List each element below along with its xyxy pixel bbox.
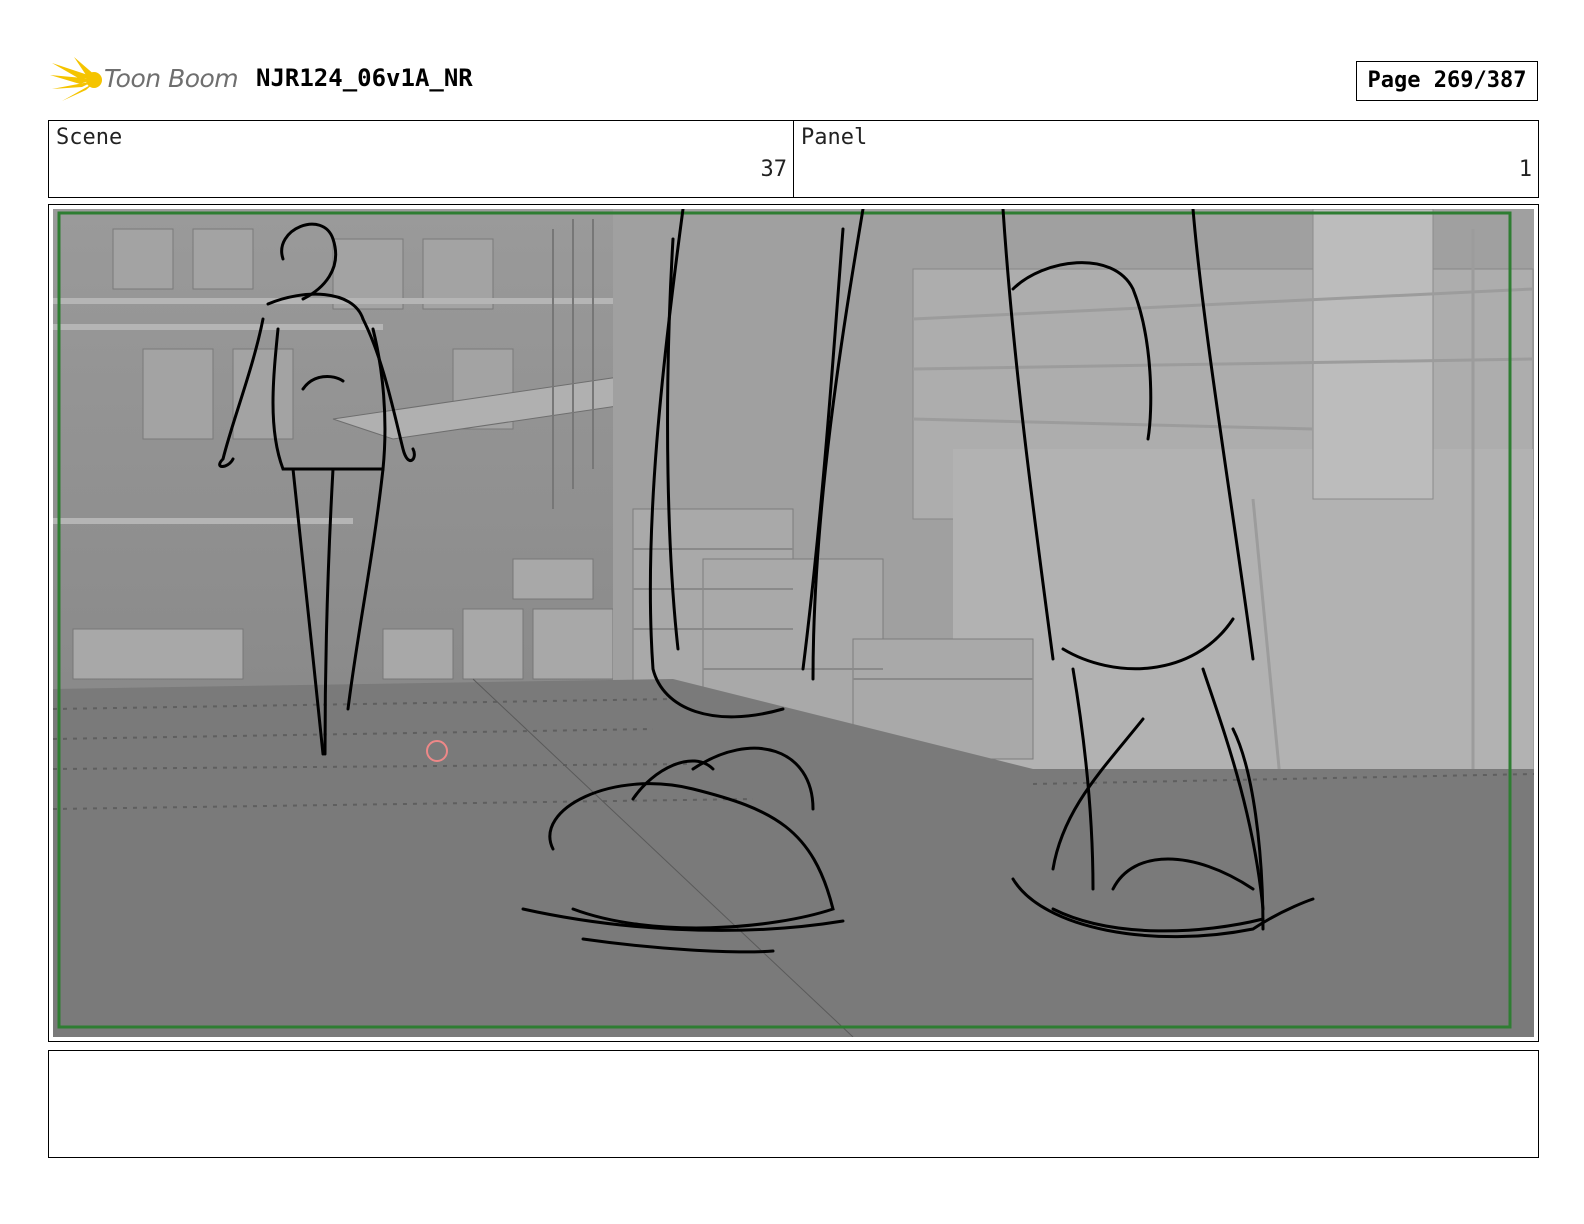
- panel-label: Panel: [801, 125, 868, 150]
- scene-cell: Scene 37: [49, 121, 793, 197]
- storyboard-frame: [48, 204, 1539, 1042]
- page-number: Page 269/387: [1356, 61, 1538, 101]
- panel-notes: [48, 1050, 1539, 1158]
- project-title: NJR124_06v1A_NR: [256, 64, 473, 92]
- storyboard-image: [53, 209, 1534, 1037]
- logo-text: Toon Boom: [104, 64, 239, 93]
- panel-value: 1: [1518, 157, 1532, 182]
- panel-cell: Panel 1: [793, 121, 1538, 197]
- scene-value: 37: [760, 157, 788, 182]
- scene-label: Scene: [56, 125, 123, 150]
- scene-panel-info: Scene 37 Panel 1: [48, 120, 1539, 198]
